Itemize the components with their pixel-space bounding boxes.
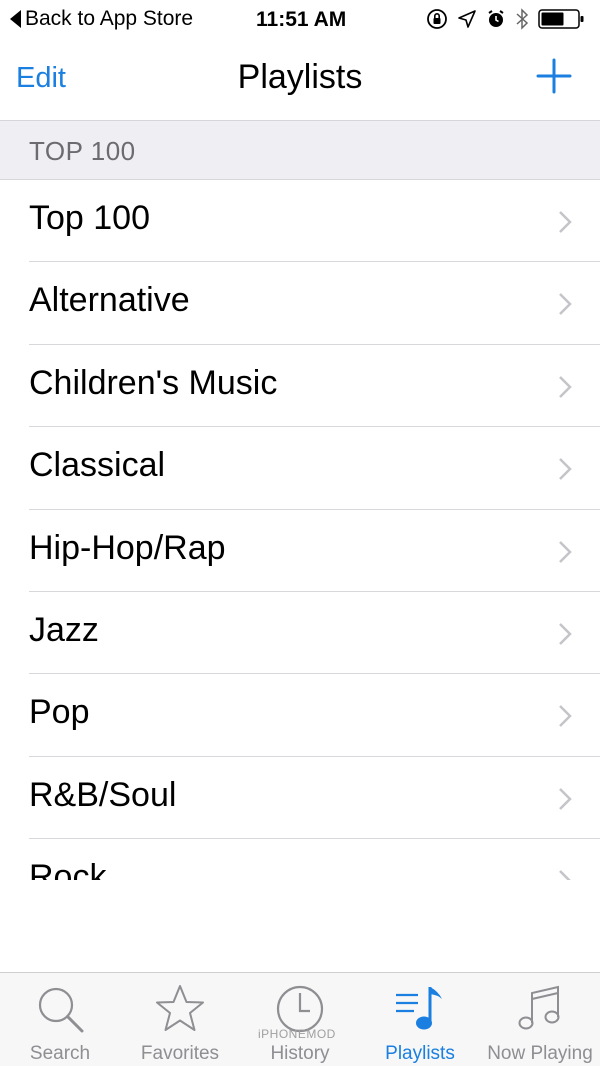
playlist-list: Top 100 Alternative Children's Music Cla… — [0, 180, 600, 880]
playlist-label: Hip-Hop/Rap — [29, 528, 226, 567]
playlist-row-top-100[interactable]: Top 100 — [0, 180, 600, 263]
playlist-icon — [396, 987, 442, 1030]
chevron-right-icon — [559, 540, 572, 563]
chevron-right-icon — [559, 623, 572, 645]
tab-label: Now Playing — [487, 1043, 593, 1064]
tab-favorites[interactable]: Favorites — [120, 973, 240, 1067]
alarm-icon — [488, 10, 504, 27]
playlist-row-alternative[interactable]: Alternative — [0, 262, 600, 345]
add-playlist-button[interactable] — [536, 58, 572, 94]
back-to-app-store-link[interactable]: Back to App Store — [10, 7, 193, 31]
playlist-row-pop[interactable]: Pop — [0, 674, 600, 757]
tab-bar: Search Favorites History Playlists Now P… — [0, 972, 600, 1066]
magnifier-icon — [38, 987, 84, 1033]
playlist-label: R&B/Soul — [29, 775, 177, 814]
section-header: TOP 100 — [0, 120, 600, 180]
battery-icon — [538, 9, 584, 29]
playlist-row-rnb-soul[interactable]: R&B/Soul — [0, 757, 600, 840]
playlist-row-rock[interactable]: Rock — [0, 839, 600, 880]
playlist-label: Pop — [29, 693, 90, 732]
star-icon — [156, 985, 204, 1031]
tab-now-playing[interactable]: Now Playing — [480, 973, 600, 1067]
chevron-right-icon — [559, 293, 572, 316]
tab-label: History — [270, 1043, 330, 1064]
playlist-row-childrens-music[interactable]: Children's Music — [0, 345, 600, 428]
tab-label: Favorites — [140, 1043, 220, 1064]
status-time: 11:51 AM — [256, 8, 347, 31]
playlist-label: Alternative — [29, 281, 190, 320]
playlist-row-hip-hop-rap[interactable]: Hip-Hop/Rap — [0, 510, 600, 592]
section-header-label: TOP 100 — [29, 136, 136, 166]
back-arrow-icon — [10, 10, 21, 28]
playlist-label: Children's Music — [29, 363, 278, 402]
chevron-right-icon — [559, 705, 572, 728]
location-arrow-icon — [458, 10, 476, 28]
bluetooth-icon — [516, 8, 529, 30]
status-bar: Back to App Store 11:51 AM — [0, 0, 600, 40]
playlist-label: Classical — [29, 446, 166, 485]
playlist-row-classical[interactable]: Classical — [0, 427, 600, 510]
chevron-right-icon — [559, 870, 571, 880]
playlist-label: Top 100 — [29, 199, 150, 237]
chevron-right-icon — [559, 375, 572, 398]
back-label: Back to App Store — [25, 7, 194, 30]
music-note-icon — [518, 985, 560, 1030]
chevron-right-icon — [559, 458, 572, 481]
tab-playlists[interactable]: Playlists — [360, 973, 480, 1067]
status-icons — [426, 8, 586, 30]
tab-search[interactable]: Search — [0, 973, 120, 1067]
chevron-right-icon — [559, 787, 572, 810]
tab-history[interactable]: History — [240, 973, 360, 1067]
tab-label: Playlists — [385, 1043, 455, 1064]
navigation-bar: Edit Playlists — [0, 40, 600, 120]
page-title: Playlists — [237, 58, 363, 96]
tab-label: Search — [29, 1043, 91, 1064]
playlist-label: Jazz — [29, 610, 99, 649]
playlist-row-jazz[interactable]: Jazz — [0, 592, 600, 675]
orientation-lock-icon — [427, 9, 447, 29]
chevron-right-icon — [559, 211, 572, 233]
playlist-label: Rock — [29, 858, 107, 880]
watermark: iPHONEMOD — [258, 1027, 336, 1041]
